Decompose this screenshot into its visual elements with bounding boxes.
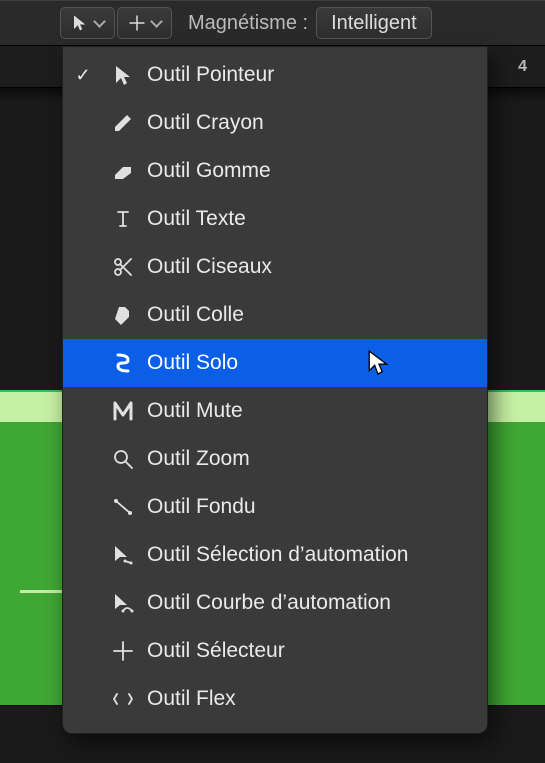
menu-item-label: Outil Zoom bbox=[143, 447, 250, 471]
menu-item-label: Outil Sélection d’automation bbox=[143, 543, 409, 567]
menu-item-label: Outil Courbe d’automation bbox=[143, 591, 391, 615]
menu-item-outil-crayon[interactable]: Outil Crayon bbox=[63, 99, 487, 147]
snap-mode-dropdown[interactable]: Intelligent bbox=[316, 7, 432, 39]
menu-item-outil-flex[interactable]: Outil Flex bbox=[63, 675, 487, 723]
pencil-icon bbox=[103, 111, 143, 135]
menu-item-label: Outil Pointeur bbox=[143, 63, 274, 87]
menu-item-outil-texte[interactable]: Outil Texte bbox=[63, 195, 487, 243]
menu-item-label: Outil Sélecteur bbox=[143, 639, 285, 663]
snap-value-text: Intelligent bbox=[331, 12, 417, 35]
pointer-icon bbox=[103, 63, 143, 87]
scissors-icon bbox=[103, 255, 143, 279]
menu-item-outil-ciseaux[interactable]: Outil Ciseaux bbox=[63, 243, 487, 291]
menu-item-label: Outil Gomme bbox=[143, 159, 271, 183]
chevron-down-icon bbox=[150, 15, 163, 28]
menu-item-outil-fondu[interactable]: Outil Fondu bbox=[63, 483, 487, 531]
menu-item-outil-colle[interactable]: Outil Colle bbox=[63, 291, 487, 339]
menu-item-label: Outil Texte bbox=[143, 207, 246, 231]
glue-icon bbox=[103, 303, 143, 327]
menu-item-label: Outil Colle bbox=[143, 303, 244, 327]
solo-icon bbox=[103, 351, 143, 375]
mute-icon bbox=[103, 399, 143, 423]
menu-item-check: ✓ bbox=[63, 65, 103, 86]
crosshair-icon bbox=[128, 14, 146, 32]
marquee-icon bbox=[103, 639, 143, 663]
menu-item-outil-zoom[interactable]: Outil Zoom bbox=[63, 435, 487, 483]
pointer-icon bbox=[71, 14, 89, 32]
snap-label: Magnétisme : bbox=[174, 12, 314, 35]
menu-item-label: Outil Flex bbox=[143, 687, 236, 711]
toolbar: Magnétisme : Intelligent bbox=[0, 0, 545, 46]
menu-item-outil-mute[interactable]: Outil Mute bbox=[63, 387, 487, 435]
menu-item-outil-pointeur[interactable]: ✓ Outil Pointeur bbox=[63, 51, 487, 99]
flex-icon bbox=[103, 687, 143, 711]
menu-item-outil-gomme[interactable]: Outil Gomme bbox=[63, 147, 487, 195]
menu-item-label: Outil Ciseaux bbox=[143, 255, 272, 279]
menu-item-label: Outil Fondu bbox=[143, 495, 256, 519]
zoom-icon bbox=[103, 447, 143, 471]
menu-item-outil-courbe-automation[interactable]: Outil Courbe d’automation bbox=[63, 579, 487, 627]
menu-item-outil-selection-automation[interactable]: Outil Sélection d’automation bbox=[63, 531, 487, 579]
left-tool-button[interactable] bbox=[60, 7, 115, 39]
right-tool-button[interactable] bbox=[117, 7, 172, 39]
autosel-icon bbox=[103, 543, 143, 567]
menu-item-label: Outil Solo bbox=[143, 351, 238, 375]
fade-icon bbox=[103, 495, 143, 519]
autocurve-icon bbox=[103, 591, 143, 615]
ruler-marker: 4 bbox=[518, 58, 527, 76]
menu-item-outil-solo[interactable]: Outil Solo bbox=[63, 339, 487, 387]
menu-item-outil-selecteur[interactable]: Outil Sélecteur bbox=[63, 627, 487, 675]
menu-item-label: Outil Mute bbox=[143, 399, 243, 423]
eraser-icon bbox=[103, 159, 143, 183]
chevron-down-icon bbox=[93, 15, 106, 28]
tool-menu: ✓ Outil Pointeur Outil Crayon Outil Gomme Ou… bbox=[62, 46, 488, 734]
menu-item-label: Outil Crayon bbox=[143, 111, 264, 135]
text-icon bbox=[103, 207, 143, 231]
